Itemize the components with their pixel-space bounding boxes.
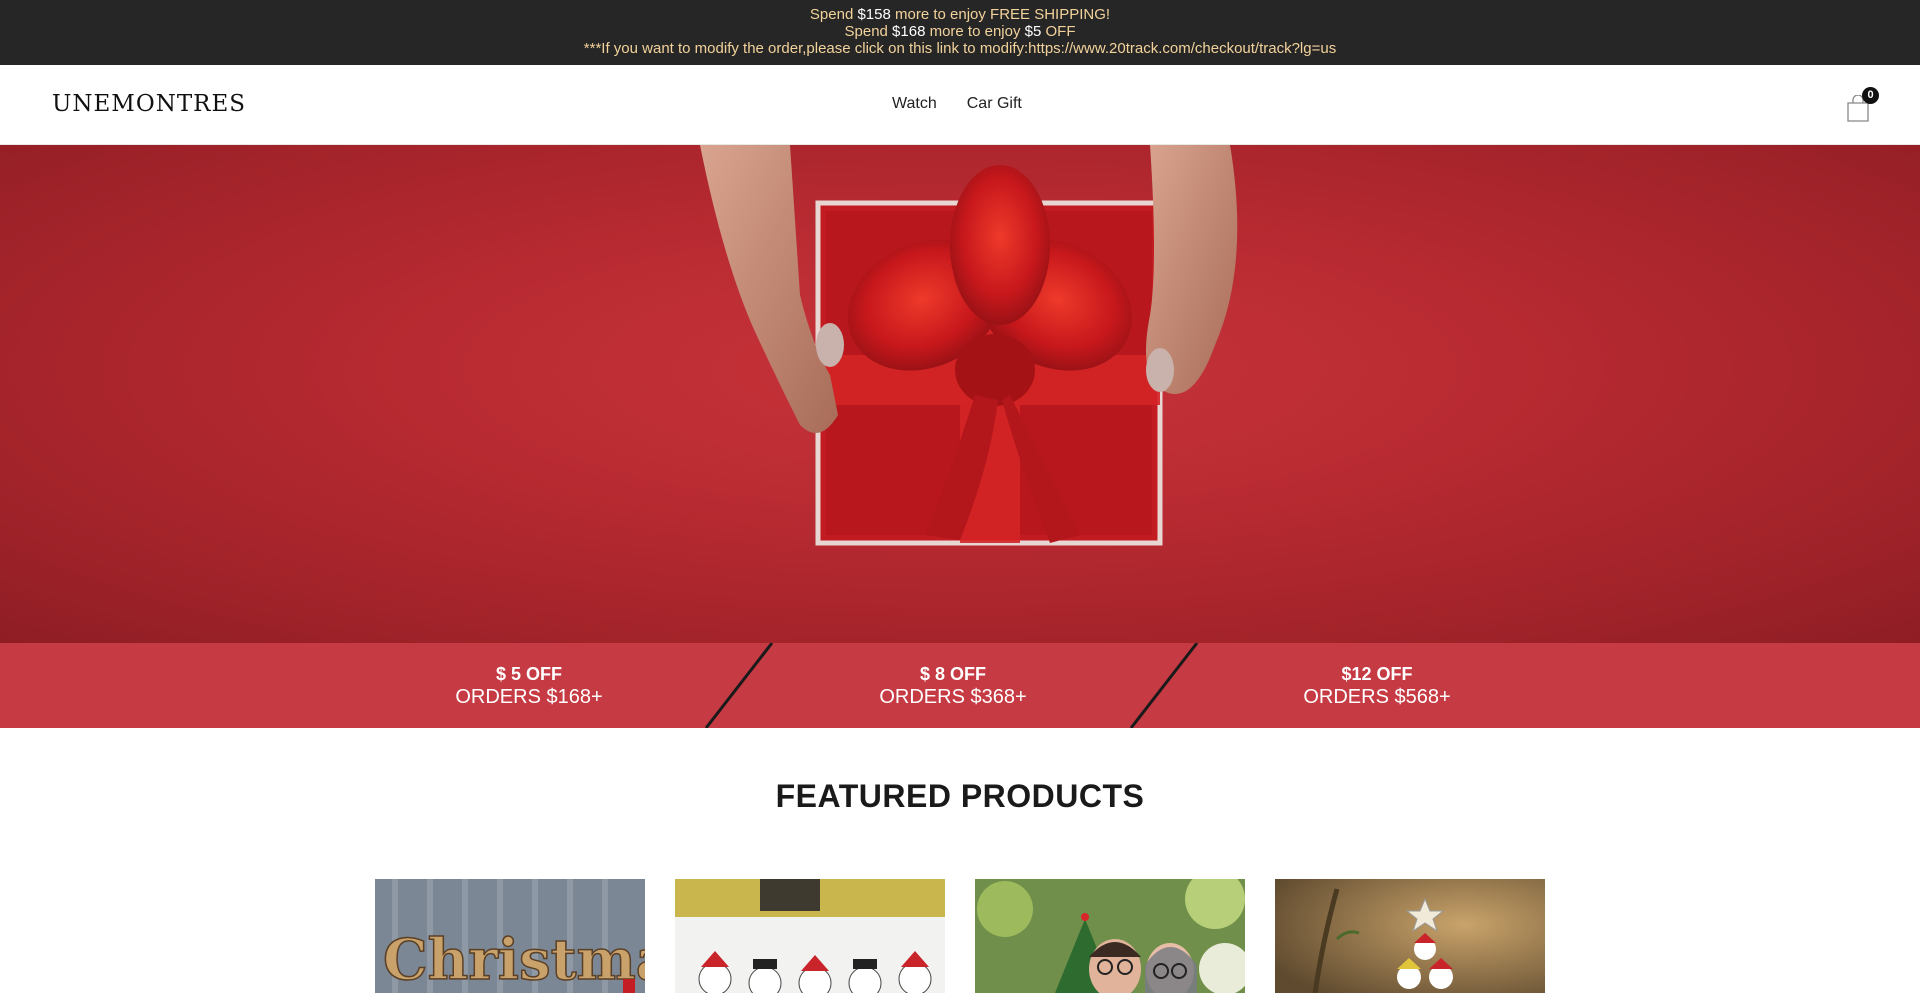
discount-tier: $12 OFF ORDERS $568+ — [1303, 664, 1451, 708]
shipping-threshold-text: Spend $158 more to enjoy FREE SHIPPING! — [809, 6, 1111, 23]
gift-box-image — [700, 145, 1238, 546]
main-nav: Watch Car Gift — [892, 95, 1022, 113]
product-image: Christmas — [375, 879, 645, 993]
product-image — [675, 879, 945, 993]
product-card[interactable]: Christmas — [375, 879, 645, 993]
product-card[interactable] — [975, 879, 1245, 993]
modify-order-link[interactable]: ***If you want to modify the order,pleas… — [0, 40, 1920, 57]
shipping-amount: $158 — [857, 6, 891, 23]
divider-slash — [704, 643, 774, 728]
discount-tier: $ 8 OFF ORDERS $368+ — [879, 664, 1027, 708]
product-image — [975, 879, 1245, 993]
discount-threshold-amount: $168 — [892, 23, 926, 40]
discount-tier: $ 5 OFF ORDERS $168+ — [455, 664, 603, 708]
product-card[interactable] — [675, 879, 945, 993]
featured-products-heading: FEATURED PRODUCTS — [775, 778, 1145, 814]
cart-count-badge: 0 — [1862, 87, 1879, 104]
cart-button[interactable]: 0 — [1846, 87, 1879, 125]
hero-banner[interactable] — [0, 145, 1920, 643]
discount-value: $5 — [1024, 23, 1042, 40]
site-logo[interactable]: UNEMONTRES — [52, 91, 246, 117]
svg-text:Christmas: Christmas — [383, 927, 645, 993]
discount-tiers-band: $ 5 OFF ORDERS $168+ $ 8 OFF ORDERS $368… — [0, 643, 1920, 728]
discount-threshold-text: Spend $168 more to enjoy $5 OFF — [844, 23, 1076, 40]
site-header: UNEMONTRES Watch Car Gift 0 — [0, 65, 1920, 145]
nav-item-car-gift[interactable]: Car Gift — [967, 95, 1022, 113]
product-card[interactable] — [1275, 879, 1545, 993]
divider-slash — [1129, 643, 1199, 728]
announcement-bar: Spend $158 more to enjoy FREE SHIPPING! … — [0, 0, 1920, 65]
product-image — [1275, 879, 1545, 993]
product-grid: Christmas — [375, 879, 1545, 993]
nav-item-watch[interactable]: Watch — [892, 95, 937, 113]
